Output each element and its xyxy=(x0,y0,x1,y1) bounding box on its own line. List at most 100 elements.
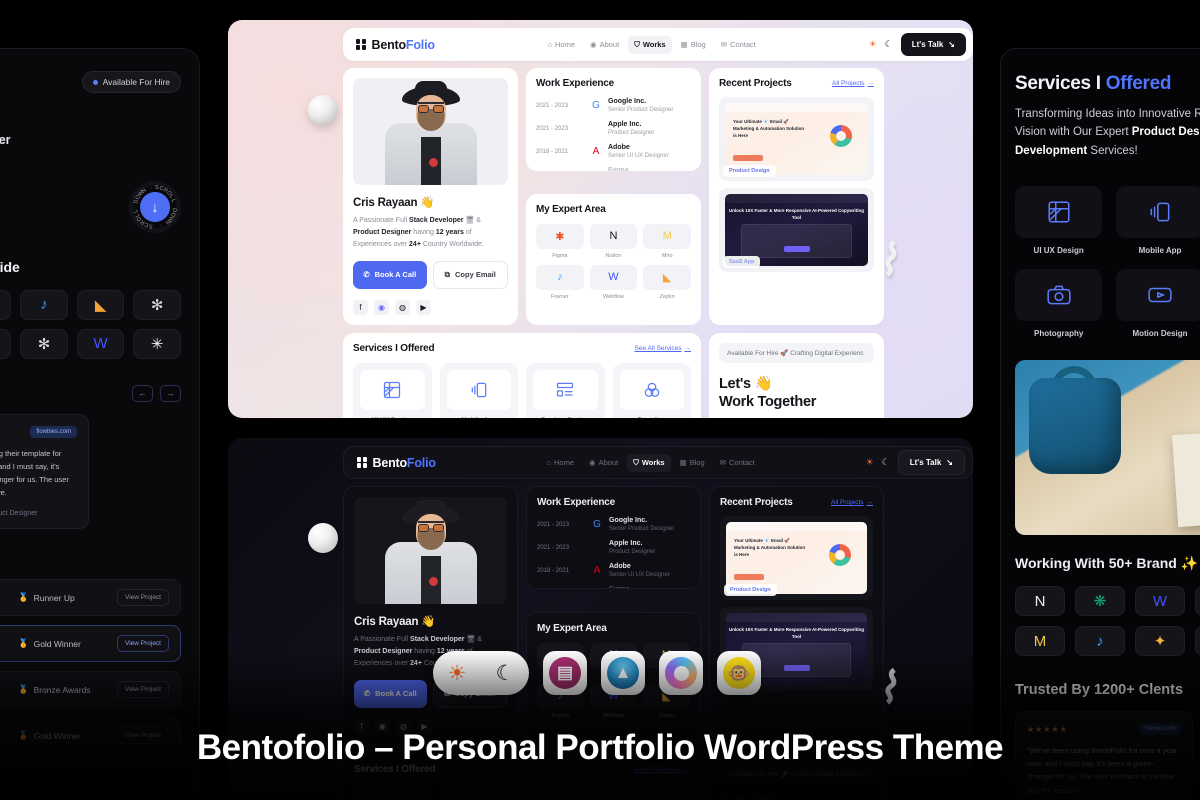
light-preview-content: BentoFolio ⌂ Home ◉ About ⛉ Works ▦ Blog ✉ Co… xyxy=(343,28,973,418)
testimonial-quote: "We've been using their template for ove… xyxy=(0,448,69,498)
experience-info: Google Inc. Senior Product Designer xyxy=(608,98,674,113)
work-experience-card: Work Experience 2021 - 2023 G Google Inc… xyxy=(526,68,701,171)
moon-icon[interactable]: ☾ xyxy=(882,457,890,468)
service-item[interactable]: Branding xyxy=(612,783,690,800)
miro-icon: M xyxy=(643,223,691,249)
service-cell[interactable]: Mobile App xyxy=(1116,186,1200,255)
experience-info: Google Inc. Senior Product Designer xyxy=(609,517,675,532)
elementor-plugin-button[interactable]: ▤ xyxy=(543,651,587,695)
nav-link-about[interactable]: ◉ About xyxy=(584,36,625,53)
scroll-down-button[interactable]: SCROLL DOWN · SCROLL DOWN · ↓ xyxy=(129,180,181,233)
dribbble-icon[interactable]: ◉ xyxy=(374,299,389,315)
nav-link-contact[interactable]: ✉ Contact xyxy=(714,454,761,471)
work-experience-card: Work Experience 2021 - 2023 G Google Inc… xyxy=(526,486,701,589)
mountain-plugin-button[interactable]: ▲ xyxy=(601,651,645,695)
testimonial-author: Oliver Clain - Product Designer xyxy=(0,510,38,518)
nav-link-blog[interactable]: ▦ Blog xyxy=(675,36,712,53)
home-icon: ⌂ xyxy=(547,40,553,49)
expert-item[interactable]: ✱Figma xyxy=(536,223,584,259)
book-a-call-button[interactable]: ✆ Book A Call xyxy=(354,679,427,708)
wave-emoji-icon: 👋 xyxy=(420,197,435,209)
moon-icon[interactable]: ☾ xyxy=(496,661,515,686)
service-cell[interactable]: Motion Design xyxy=(1116,269,1200,338)
services-header: Services I Offered See All Services → xyxy=(353,343,691,354)
lets-talk-button[interactable]: Lt's Talk ↘ xyxy=(897,450,965,475)
recent-projects-title: Recent Projects xyxy=(720,497,793,508)
expert-item[interactable]: ♪ Framer xyxy=(536,264,584,300)
nav-link-blog[interactable]: ▦ Blog xyxy=(674,454,711,471)
sun-icon[interactable]: ☀ xyxy=(869,39,877,50)
carousel-next-button[interactable]: → xyxy=(160,384,181,402)
project-thumbnail[interactable]: Unlock 10X Faster & More Responsive AI-P… xyxy=(719,188,874,272)
lets-talk-button[interactable]: Lt's Talk ↘ xyxy=(900,33,966,56)
expert-item[interactable]: NNotion xyxy=(589,223,638,259)
service-cell[interactable]: UI UX Design xyxy=(1015,186,1103,255)
award-row[interactable]: ntest 🏅Runner Up View Project xyxy=(0,579,181,617)
user-icon: ◉ xyxy=(589,458,596,467)
project-thumbnail[interactable]: Your Ultimate 📧 Email 🚀 Marketing & Auto… xyxy=(720,516,873,600)
expert-item[interactable]: ◣ Zeplin xyxy=(643,264,691,300)
nav-link-home[interactable]: ⌂ Home xyxy=(541,36,581,53)
adobe-icon: A xyxy=(593,565,601,576)
medal-icon: 🏅 xyxy=(17,592,29,603)
service-item[interactable]: Product Design xyxy=(526,362,605,418)
right-logo-grid-2: M ♪ ✦ ❋ N xyxy=(1015,626,1200,657)
project-tag: Product Design xyxy=(723,165,776,177)
project-headline: Your Ultimate 📧 Email 🚀 Marketing & Auto… xyxy=(733,119,805,138)
testimonial-source-badge[interactable]: flowbies.com xyxy=(30,425,77,438)
award-row[interactable]: 🏅 Gold Winner View Project xyxy=(0,625,181,663)
view-project-button[interactable]: View Project xyxy=(116,635,169,653)
preview-topbar xyxy=(726,613,867,622)
adobe-icon: A xyxy=(592,146,600,157)
all-projects-link[interactable]: All Projects → xyxy=(831,499,873,506)
social-links: f ◉ ◍ ▶ xyxy=(353,299,508,315)
view-project-button[interactable]: View Project xyxy=(116,589,169,607)
nav-link-works[interactable]: ⛉ Works xyxy=(628,35,672,54)
zeplin-icon: ◣ xyxy=(76,289,125,320)
view-project-button[interactable]: View Project xyxy=(116,681,169,699)
nav-link-about[interactable]: ◉ About xyxy=(583,454,624,471)
nav-link-works[interactable]: ⛉ Works xyxy=(627,453,671,472)
nav-link-home[interactable]: ⌂ Home xyxy=(540,454,580,471)
gradient-plugin-button[interactable] xyxy=(659,651,703,695)
sun-icon[interactable]: ☀ xyxy=(448,661,467,686)
service-item[interactable]: Mobile App xyxy=(440,783,518,800)
moon-icon[interactable]: ☾ xyxy=(885,39,893,50)
all-projects-link[interactable]: All Projects → xyxy=(832,80,874,87)
user-icon: ◉ xyxy=(590,40,597,49)
nav-link-contact[interactable]: ✉ Contact xyxy=(715,36,762,53)
mailchimp-plugin-button[interactable]: 🐵 xyxy=(717,651,761,695)
layout-icon xyxy=(361,790,425,800)
award-row[interactable]: 🏅 Bronze Awards View Project xyxy=(0,671,181,709)
service-cell[interactable]: Photography xyxy=(1015,269,1103,338)
photo-glasses xyxy=(417,102,444,113)
recent-projects-card: Recent Projects All Projects → Your Ultim… xyxy=(709,486,884,745)
project-thumbnail[interactable]: Your Ultimate 📧 Email 🚀 Marketing & Auto… xyxy=(719,97,874,181)
project-tag: Product Design xyxy=(724,584,777,596)
service-item[interactable]: Mobile App xyxy=(439,362,518,418)
theme-toggle[interactable]: ☀ ☾ xyxy=(433,651,529,695)
expert-item[interactable]: MMiro xyxy=(643,223,691,259)
copy-email-button[interactable]: ⧉Copy Email xyxy=(432,260,508,289)
site-logo[interactable]: BentoFolio xyxy=(357,456,436,470)
expert-item[interactable]: W Webflow xyxy=(589,264,638,300)
github-icon[interactable]: ◍ xyxy=(395,299,410,315)
service-item[interactable]: Product Design xyxy=(526,783,604,800)
sun-icon[interactable]: ☀ xyxy=(866,457,874,468)
hero-title: Bentofolio – Personal Portfolio WordPres… xyxy=(196,728,1004,767)
service-item[interactable]: UI UX Design xyxy=(354,783,432,800)
preview-cta-button xyxy=(783,246,810,252)
service-item[interactable]: UI UX Design xyxy=(353,362,432,418)
book-a-call-button[interactable]: ✆ Book A Call xyxy=(353,260,427,289)
carousel-prev-button[interactable]: ← xyxy=(132,384,153,402)
service-item[interactable]: Branding xyxy=(612,362,691,418)
experience-info: Apple Inc. Product Designer xyxy=(609,540,656,555)
cta-badge: Available For Hire 🚀 Crafting Digital Ex… xyxy=(719,342,874,363)
camera-icon xyxy=(1015,269,1103,322)
see-all-services-link[interactable]: See All Services → xyxy=(635,345,691,352)
scroll-arrow-icon: ↓ xyxy=(140,191,170,222)
experience-info: Adobe Senior UI UX Designer xyxy=(608,144,669,159)
facebook-icon[interactable]: f xyxy=(353,299,368,315)
youtube-icon[interactable]: ▶ xyxy=(416,299,431,315)
site-logo[interactable]: BentoFolio xyxy=(356,38,435,52)
